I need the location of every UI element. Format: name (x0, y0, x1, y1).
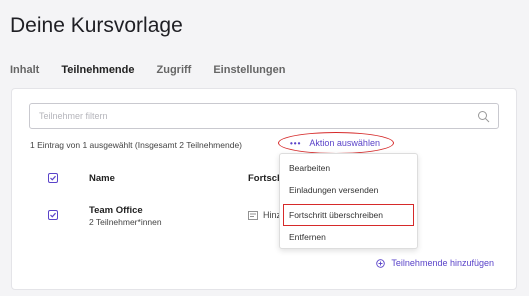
participants-card: 1 Eintrag von 1 ausgewählt (Insgesamt 2 … (11, 88, 517, 290)
row-name: Team Office (89, 205, 143, 216)
tab-bar: Inhalt Teilnehmende Zugriff Einstellunge… (10, 64, 307, 76)
add-circle-icon (376, 258, 386, 268)
row-checkbox[interactable] (48, 210, 58, 220)
add-participants-label: Teilnehmende hinzufügen (391, 258, 494, 268)
tab-teilnehmende[interactable]: Teilnehmende (61, 64, 134, 76)
column-header-name: Name (89, 173, 115, 184)
tab-inhalt[interactable]: Inhalt (10, 64, 39, 76)
menu-item-override-progress[interactable]: Fortschritt überschreiben (283, 204, 414, 226)
select-all-checkbox[interactable] (48, 173, 58, 183)
search-input[interactable] (39, 111, 459, 121)
page-title: Deine Kursvorlage (10, 14, 183, 37)
annotation-oval (278, 132, 394, 154)
menu-item-send-invitations[interactable]: Einladungen versenden (280, 179, 417, 201)
checkmark-icon (50, 212, 56, 218)
selection-summary: 1 Eintrag von 1 ausgewählt (Insgesamt 2 … (30, 140, 242, 150)
menu-item-edit[interactable]: Bearbeiten (280, 157, 417, 179)
search-icon[interactable] (477, 110, 490, 123)
tab-zugriff[interactable]: Zugriff (157, 64, 192, 76)
tab-einstellungen[interactable]: Einstellungen (213, 64, 285, 76)
action-dropdown-menu: Bearbeiten Einladungen versenden Fortsch… (279, 153, 418, 249)
row-member-count: 2 Teilnehmer*innen (89, 217, 162, 227)
search-box (29, 103, 499, 129)
checkmark-icon (50, 175, 56, 181)
add-participants-link[interactable]: Teilnehmende hinzufügen (376, 258, 494, 268)
progress-icon (248, 210, 258, 220)
menu-item-remove[interactable]: Entfernen (280, 226, 417, 248)
